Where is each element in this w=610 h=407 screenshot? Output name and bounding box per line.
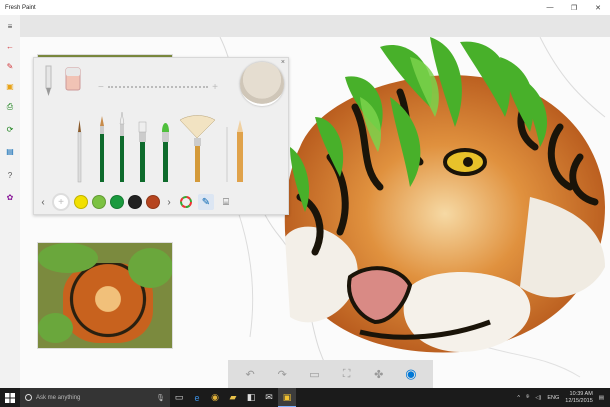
blend-icon[interactable]: ◉ (402, 365, 420, 383)
pencil-tool-icon[interactable] (45, 65, 52, 96)
windows-taskbar: Ask me anything 🎙 ▭ e ◉ ▰ ◧ ✉ ▣ ^ ⌾ ◁) E… (0, 388, 610, 407)
selected-swatch-add[interactable]: + (52, 193, 70, 211)
title-bar: Fresh Paint — ❐ ✕ (0, 0, 610, 15)
easel-icon[interactable]: ⌸ (218, 194, 234, 210)
language-indicator[interactable]: ENG (547, 395, 559, 401)
color-swatch[interactable] (128, 195, 142, 209)
color-swatch[interactable] (110, 195, 124, 209)
chevron-left-icon[interactable]: ‹ (38, 197, 48, 208)
clock[interactable]: 10:39 AM 12/15/2015 (565, 391, 593, 405)
brush-settings-icon[interactable]: ✎ (198, 194, 214, 210)
back-arrow-icon[interactable]: ← (4, 40, 16, 52)
fan-icon[interactable]: ✤ (370, 365, 388, 383)
network-icon[interactable]: ⌾ (526, 394, 529, 401)
flat-brush-icon[interactable] (138, 121, 147, 182)
print-icon[interactable]: ⎙ (4, 101, 16, 113)
fan-brush-icon[interactable] (179, 115, 216, 183)
round-brush-icon[interactable] (100, 116, 104, 182)
painting-thumbnail[interactable] (37, 242, 173, 349)
palette-close-button[interactable]: × (281, 59, 285, 66)
bottom-action-bar: ↶ ↷ ▭ ⛶ ✤ ◉ (228, 360, 433, 388)
clock-date: 12/15/2015 (565, 397, 593, 404)
paint-pot[interactable] (240, 62, 284, 106)
crop-icon[interactable]: ⛶ (338, 365, 356, 383)
task-view-icon[interactable]: ▭ (170, 388, 188, 407)
chevron-right-icon[interactable]: › (164, 197, 174, 208)
increase-size-icon[interactable]: + (212, 82, 218, 93)
import-icon[interactable]: ▣ (4, 80, 16, 92)
mail-icon[interactable]: ✉ (260, 388, 278, 407)
colored-pencil-icon[interactable] (237, 120, 243, 182)
hamburger-menu-icon[interactable]: ≡ (4, 20, 16, 32)
top-toolbar (20, 15, 610, 37)
file-explorer-icon[interactable]: ▰ (224, 388, 242, 407)
chrome-icon[interactable]: ◉ (206, 388, 224, 407)
eraser-tool-icon[interactable] (65, 67, 81, 91)
brush-row (77, 112, 243, 183)
detail-brush-icon[interactable] (119, 112, 125, 182)
microphone-icon[interactable]: 🎙 (156, 394, 165, 402)
restore-button[interactable]: ❐ (562, 0, 586, 15)
brush-palette-panel: × − + ‹ + › ✎ ⌸ (33, 57, 289, 215)
start-button[interactable] (0, 388, 20, 407)
color-wheel-icon[interactable] (178, 194, 194, 210)
windows-logo-icon (5, 392, 15, 403)
filbert-brush-icon[interactable] (162, 123, 169, 182)
brush-size-slider[interactable]: − + (98, 82, 218, 93)
tray-chevron-icon[interactable]: ^ (517, 395, 520, 401)
color-swatch[interactable] (92, 195, 106, 209)
share-icon[interactable]: ⟳ (4, 123, 16, 135)
cortana-icon (25, 394, 32, 401)
thin-brush-icon[interactable] (77, 120, 82, 183)
minimize-button[interactable]: — (538, 0, 562, 15)
color-swatch-row: ‹ + › ✎ ⌸ (34, 189, 290, 215)
edge-browser-icon[interactable]: e (188, 388, 206, 407)
notifications-icon[interactable]: ▤ (599, 395, 604, 401)
pencil-eraser-tools (45, 65, 81, 96)
window-title: Fresh Paint (5, 4, 36, 11)
clock-time: 10:39 AM (569, 390, 593, 397)
layers-icon[interactable]: ▭ (305, 365, 323, 383)
color-swatch[interactable] (146, 195, 160, 209)
close-button[interactable]: ✕ (586, 0, 610, 15)
decrease-size-icon[interactable]: − (98, 82, 104, 93)
store-icon[interactable]: ◧ (242, 388, 260, 407)
fresh-paint-taskbar-icon[interactable]: ▣ (278, 388, 296, 407)
sidebar: ≡ ← ✎ ▣ ⎙ ⟳ ▤? ✿ (0, 15, 20, 388)
system-tray: ^ ⌾ ◁) ENG 10:39 AM 12/15/2015 ▤ (517, 391, 610, 405)
undo-icon[interactable]: ↶ (241, 365, 259, 383)
help-icon[interactable]: ? (4, 169, 16, 181)
cortana-search-box[interactable]: Ask me anything 🎙 (20, 388, 170, 407)
tiger-painting (284, 37, 605, 353)
color-swatch[interactable] (74, 195, 88, 209)
save-icon[interactable]: ▤ (4, 145, 16, 157)
settings-icon[interactable]: ✿ (4, 191, 16, 203)
search-placeholder: Ask me anything (36, 394, 81, 401)
new-painting-icon[interactable]: ✎ (4, 60, 16, 72)
volume-icon[interactable]: ◁) (535, 395, 541, 401)
redo-icon[interactable]: ↷ (273, 365, 291, 383)
app-window: Fresh Paint — ❐ ✕ ≡ ← ✎ ▣ ⎙ ⟳ ▤? ✿ ↶ ↷ ▭… (0, 0, 610, 407)
